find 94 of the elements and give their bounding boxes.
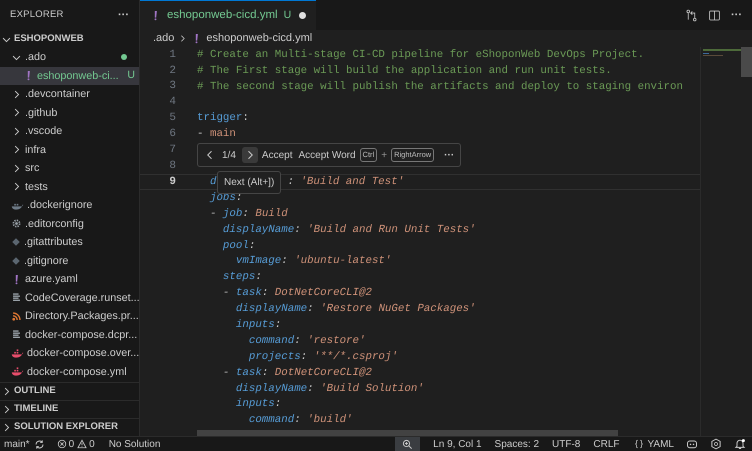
solution-status[interactable]: No Solution (108, 436, 160, 451)
compare-changes-icon[interactable] (685, 8, 698, 22)
line-number: 6 (169, 128, 176, 140)
diamond-icon (11, 256, 21, 266)
suggestion-counter: 1/4 (221, 148, 237, 162)
code-line: trigger: (197, 111, 249, 126)
suggested-code-line: - job: Build (208, 206, 288, 222)
tree-item[interactable]: docker-compose.yml (0, 362, 139, 381)
tree-item[interactable]: .dockerignore (0, 196, 139, 214)
vertical-scrollbar[interactable] (741, 47, 752, 77)
suggested-code-line: inputs: (234, 397, 282, 412)
git-status-label: U (127, 68, 135, 83)
branch-name[interactable]: main* (0, 436, 30, 451)
code-line: - main (197, 127, 236, 142)
accept-word-button[interactable]: Accept Word (298, 148, 356, 162)
code-line: # Create an Multi-stage CI-CD pipeline for eShoponWeb DevOps Project. (197, 48, 644, 63)
suggested-code-line: displayName: 'Build and Run Unit Tests' (222, 222, 476, 238)
more-actions-icon[interactable]: ··· (444, 148, 454, 162)
suggested-code-line: steps: (222, 270, 262, 286)
tree-item[interactable]: CodeCoverage.runset... (0, 288, 139, 307)
suggested-code-line: inputs: (234, 318, 282, 333)
split-editor-icon[interactable] (708, 8, 721, 22)
suggested-code-line: - task: DotNetCoreCLI@2 (222, 286, 372, 302)
line-number: 5 (169, 112, 176, 124)
tree-item[interactable]: eshoponweb-ci... U (0, 66, 139, 85)
status-item[interactable]: UTF-8 (552, 436, 580, 451)
suggested-code-line: command: 'build' (248, 413, 353, 428)
suggested-code-line: : 'Build and Test' (287, 174, 404, 190)
whale-icon (11, 346, 24, 360)
horizontal-scrollbar[interactable] (197, 430, 618, 436)
breadcrumb-item[interactable]: .ado (153, 30, 174, 47)
tree-root[interactable]: ESHOPONWEB (0, 30, 139, 48)
more-actions-icon[interactable]: ··· (731, 6, 742, 24)
tree-item[interactable]: .editorconfig (0, 214, 139, 233)
zoom-button[interactable] (395, 437, 420, 451)
whale-icon (11, 365, 24, 378)
suggested-code-line: d (208, 174, 216, 190)
tree-item[interactable]: Directory.Packages.pr... (0, 307, 139, 326)
tree-item[interactable]: src (0, 159, 139, 178)
suggested-code-line: - task: DotNetCoreCLI@2 (222, 366, 372, 381)
code-line: # The second stage will publish the artifacts and deploy to staging environ (197, 80, 683, 95)
suggested-code-line: pool: (222, 238, 256, 254)
sync-icon[interactable] (34, 438, 45, 450)
suggested-code-line: projects: '**/*.csproj' (248, 350, 398, 365)
line-number: 1 (169, 48, 176, 61)
section-header[interactable]: TIMELINE (0, 400, 139, 418)
more-actions-icon[interactable]: ··· (118, 6, 129, 24)
error-count[interactable]: 0 (68, 436, 74, 451)
tree-item[interactable]: tests (0, 178, 139, 196)
tree-item[interactable]: infra (0, 140, 139, 159)
notification-bell-icon[interactable] (734, 438, 746, 450)
sidebar-title: EXPLORER (10, 8, 64, 22)
lines-icon (11, 292, 22, 304)
section-header[interactable]: OUTLINE (0, 382, 139, 400)
line-number: 8 (169, 160, 176, 172)
accept-button[interactable]: Accept (262, 148, 292, 162)
suggested-code-line: displayName: 'Build Solution' (234, 382, 424, 397)
line-number: 7 (169, 144, 176, 156)
tree-item[interactable]: .devcontainer (0, 85, 139, 104)
line-number: 2 (169, 64, 176, 77)
status-item[interactable]: YAML (648, 436, 674, 451)
tree-item[interactable]: .github (0, 104, 139, 122)
suggested-code-line: vmImage: 'ubuntu-latest' (234, 254, 392, 270)
tree-item[interactable]: .ado (0, 48, 139, 66)
error-icon[interactable] (56, 439, 67, 449)
tree-item[interactable]: docker-compose.over... (0, 344, 139, 362)
hexagon-icon[interactable] (710, 438, 722, 450)
warning-icon[interactable] (77, 439, 88, 449)
gear-icon (11, 218, 22, 230)
warning-count[interactable]: 0 (89, 436, 95, 451)
zoom-icon (402, 438, 414, 450)
robot-icon[interactable] (686, 438, 698, 450)
tree-item[interactable]: .vscode (0, 122, 139, 140)
status-item[interactable]: CRLF (593, 436, 620, 451)
line-number: 3 (169, 80, 176, 92)
braces-icon (634, 439, 644, 449)
plus-sign: + (381, 148, 388, 162)
tree-item[interactable]: azure.yaml (0, 270, 139, 288)
suggested-code-line: command: 'restore' (248, 334, 366, 349)
status-item[interactable]: Spaces: 2 (494, 436, 540, 451)
tree-item[interactable]: .gitattributes (0, 233, 139, 252)
editor-tab[interactable]: eshoponweb-cicd.yml U (140, 0, 316, 30)
tooltip: Next (Alt+]) (217, 171, 282, 194)
status-item[interactable]: Ln 9, Col 1 (433, 436, 482, 451)
rss-icon (11, 310, 22, 322)
diamond-icon (11, 237, 21, 248)
line-number: 9 (169, 176, 176, 188)
code-line: # The First stage will build the application and run unit tests. (197, 64, 612, 79)
line-number: 4 (169, 96, 176, 108)
suggested-code-line: displayName: 'Restore NuGet Packages' (234, 302, 476, 318)
lines-icon (11, 329, 22, 340)
breadcrumb-item[interactable]: eshoponweb-cicd.yml (206, 30, 312, 47)
tree-item[interactable]: docker-compose.dcpr... (0, 326, 139, 344)
tree-item[interactable]: .gitignore (0, 252, 139, 270)
